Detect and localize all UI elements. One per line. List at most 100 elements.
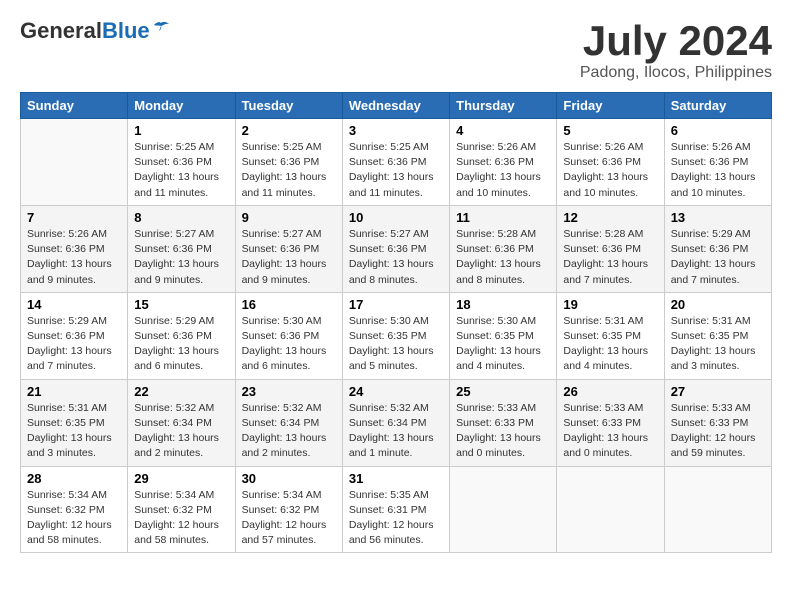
calendar-cell: 8Sunrise: 5:27 AM Sunset: 6:36 PM Daylig… (128, 205, 235, 292)
calendar-cell: 30Sunrise: 5:34 AM Sunset: 6:32 PM Dayli… (235, 466, 342, 553)
day-detail: Sunrise: 5:26 AM Sunset: 6:36 PM Dayligh… (671, 140, 765, 201)
calendar-cell: 31 Sunrise: 5:35 AM Sunset: 6:31 PM Dayli… (342, 466, 449, 553)
column-header-monday: Monday (128, 93, 235, 119)
calendar-location: Padong, Ilocos, Philippines (580, 64, 772, 82)
day-number: 27 (671, 384, 765, 399)
day-detail: Sunrise: 5:27 AM Sunset: 6:36 PM Dayligh… (349, 227, 443, 288)
logo: GeneralBlue (20, 20, 170, 42)
calendar-cell (664, 466, 771, 553)
day-number: 10 (349, 210, 443, 225)
column-header-sunday: Sunday (21, 93, 128, 119)
calendar-cell: 6 Sunrise: 5:26 AM Sunset: 6:36 PM Daylig… (664, 119, 771, 206)
day-number: 23 (242, 384, 336, 399)
day-number: 15 (134, 297, 228, 312)
column-header-tuesday: Tuesday (235, 93, 342, 119)
day-detail: Sunrise: 5:30 AM Sunset: 6:36 PM Dayligh… (242, 314, 336, 375)
calendar-cell: 19Sunrise: 5:31 AM Sunset: 6:35 PM Dayli… (557, 292, 664, 379)
calendar-week-row: 7 Sunrise: 5:26 AM Sunset: 6:36 PM Daylig… (21, 205, 772, 292)
day-detail: Sunrise: 5:29 AM Sunset: 6:36 PM Dayligh… (134, 314, 228, 375)
calendar-cell: 23 Sunrise: 5:32 AM Sunset: 6:34 PM Dayli… (235, 379, 342, 466)
day-number: 12 (563, 210, 657, 225)
calendar-week-row: 28 Sunrise: 5:34 AM Sunset: 6:32 PM Dayli… (21, 466, 772, 553)
day-number: 5 (563, 123, 657, 138)
day-detail: Sunrise: 5:25 AM Sunset: 6:36 PM Dayligh… (242, 140, 336, 201)
calendar-cell: 9Sunrise: 5:27 AM Sunset: 6:36 PM Daylig… (235, 205, 342, 292)
logo-text: GeneralBlue (20, 20, 150, 42)
day-number: 6 (671, 123, 765, 138)
title-block: July 2024 Padong, Ilocos, Philippines (580, 20, 772, 82)
day-number: 26 (563, 384, 657, 399)
day-number: 2 (242, 123, 336, 138)
day-detail: Sunrise: 5:32 AM Sunset: 6:34 PM Dayligh… (349, 401, 443, 462)
day-number: 4 (456, 123, 550, 138)
calendar-cell: 13Sunrise: 5:29 AM Sunset: 6:36 PM Dayli… (664, 205, 771, 292)
day-number: 8 (134, 210, 228, 225)
calendar-cell: 11Sunrise: 5:28 AM Sunset: 6:36 PM Dayli… (450, 205, 557, 292)
day-detail: Sunrise: 5:30 AM Sunset: 6:35 PM Dayligh… (456, 314, 550, 375)
calendar-cell (450, 466, 557, 553)
calendar-cell: 28 Sunrise: 5:34 AM Sunset: 6:32 PM Dayli… (21, 466, 128, 553)
day-detail: Sunrise: 5:31 AM Sunset: 6:35 PM Dayligh… (671, 314, 765, 375)
calendar-table: SundayMondayTuesdayWednesdayThursdayFrid… (20, 92, 772, 553)
column-header-friday: Friday (557, 93, 664, 119)
day-number: 24 (349, 384, 443, 399)
calendar-cell: 25Sunrise: 5:33 AM Sunset: 6:33 PM Dayli… (450, 379, 557, 466)
calendar-cell: 3Sunrise: 5:25 AM Sunset: 6:36 PM Daylig… (342, 119, 449, 206)
day-detail: Sunrise: 5:28 AM Sunset: 6:36 PM Dayligh… (456, 227, 550, 288)
calendar-cell: 27 Sunrise: 5:33 AM Sunset: 6:33 PM Dayli… (664, 379, 771, 466)
calendar-cell (21, 119, 128, 206)
column-header-thursday: Thursday (450, 93, 557, 119)
day-number: 7 (27, 210, 121, 225)
day-number: 21 (27, 384, 121, 399)
day-number: 1 (134, 123, 228, 138)
day-detail: Sunrise: 5:29 AM Sunset: 6:36 PM Dayligh… (27, 314, 121, 375)
day-detail: Sunrise: 5:31 AM Sunset: 6:35 PM Dayligh… (27, 401, 121, 462)
day-detail: Sunrise: 5:33 AM Sunset: 6:33 PM Dayligh… (456, 401, 550, 462)
day-number: 22 (134, 384, 228, 399)
calendar-cell: 22Sunrise: 5:32 AM Sunset: 6:34 PM Dayli… (128, 379, 235, 466)
calendar-header-row: SundayMondayTuesdayWednesdayThursdayFrid… (21, 93, 772, 119)
day-detail: Sunrise: 5:32 AM Sunset: 6:34 PM Dayligh… (242, 401, 336, 462)
calendar-cell: 5 Sunrise: 5:26 AM Sunset: 6:36 PM Daylig… (557, 119, 664, 206)
calendar-cell: 10 Sunrise: 5:27 AM Sunset: 6:36 PM Dayli… (342, 205, 449, 292)
day-detail: Sunrise: 5:31 AM Sunset: 6:35 PM Dayligh… (563, 314, 657, 375)
day-detail: Sunrise: 5:34 AM Sunset: 6:32 PM Dayligh… (134, 488, 228, 549)
day-detail: Sunrise: 5:34 AM Sunset: 6:32 PM Dayligh… (242, 488, 336, 549)
calendar-cell: 14 Sunrise: 5:29 AM Sunset: 6:36 PM Dayli… (21, 292, 128, 379)
day-number: 14 (27, 297, 121, 312)
logo-bird-icon (152, 19, 170, 33)
day-number: 18 (456, 297, 550, 312)
day-detail: Sunrise: 5:34 AM Sunset: 6:32 PM Dayligh… (27, 488, 121, 549)
day-number: 16 (242, 297, 336, 312)
calendar-week-row: 1 Sunrise: 5:25 AM Sunset: 6:36 PM Daylig… (21, 119, 772, 206)
column-header-wednesday: Wednesday (342, 93, 449, 119)
day-detail: Sunrise: 5:33 AM Sunset: 6:33 PM Dayligh… (563, 401, 657, 462)
calendar-cell: 7 Sunrise: 5:26 AM Sunset: 6:36 PM Daylig… (21, 205, 128, 292)
calendar-week-row: 21 Sunrise: 5:31 AM Sunset: 6:35 PM Dayli… (21, 379, 772, 466)
calendar-title: July 2024 (580, 20, 772, 62)
page-header: GeneralBlue July 2024 Padong, Ilocos, Ph… (20, 20, 772, 82)
day-number: 28 (27, 471, 121, 486)
calendar-cell: 26 Sunrise: 5:33 AM Sunset: 6:33 PM Dayli… (557, 379, 664, 466)
calendar-week-row: 14 Sunrise: 5:29 AM Sunset: 6:36 PM Dayli… (21, 292, 772, 379)
calendar-cell: 24 Sunrise: 5:32 AM Sunset: 6:34 PM Dayli… (342, 379, 449, 466)
calendar-cell: 18 Sunrise: 5:30 AM Sunset: 6:35 PM Dayli… (450, 292, 557, 379)
day-detail: Sunrise: 5:26 AM Sunset: 6:36 PM Dayligh… (27, 227, 121, 288)
calendar-cell: 16 Sunrise: 5:30 AM Sunset: 6:36 PM Dayli… (235, 292, 342, 379)
calendar-cell: 17Sunrise: 5:30 AM Sunset: 6:35 PM Dayli… (342, 292, 449, 379)
day-detail: Sunrise: 5:27 AM Sunset: 6:36 PM Dayligh… (242, 227, 336, 288)
calendar-cell: 15 Sunrise: 5:29 AM Sunset: 6:36 PM Dayli… (128, 292, 235, 379)
day-number: 31 (349, 471, 443, 486)
day-number: 29 (134, 471, 228, 486)
day-number: 20 (671, 297, 765, 312)
calendar-cell: 12 Sunrise: 5:28 AM Sunset: 6:36 PM Dayli… (557, 205, 664, 292)
day-detail: Sunrise: 5:25 AM Sunset: 6:36 PM Dayligh… (134, 140, 228, 201)
day-detail: Sunrise: 5:28 AM Sunset: 6:36 PM Dayligh… (563, 227, 657, 288)
calendar-cell (557, 466, 664, 553)
calendar-cell: 29 Sunrise: 5:34 AM Sunset: 6:32 PM Dayli… (128, 466, 235, 553)
calendar-cell: 20 Sunrise: 5:31 AM Sunset: 6:35 PM Dayli… (664, 292, 771, 379)
column-header-saturday: Saturday (664, 93, 771, 119)
day-detail: Sunrise: 5:26 AM Sunset: 6:36 PM Dayligh… (563, 140, 657, 201)
day-detail: Sunrise: 5:35 AM Sunset: 6:31 PM Dayligh… (349, 488, 443, 549)
day-detail: Sunrise: 5:33 AM Sunset: 6:33 PM Dayligh… (671, 401, 765, 462)
